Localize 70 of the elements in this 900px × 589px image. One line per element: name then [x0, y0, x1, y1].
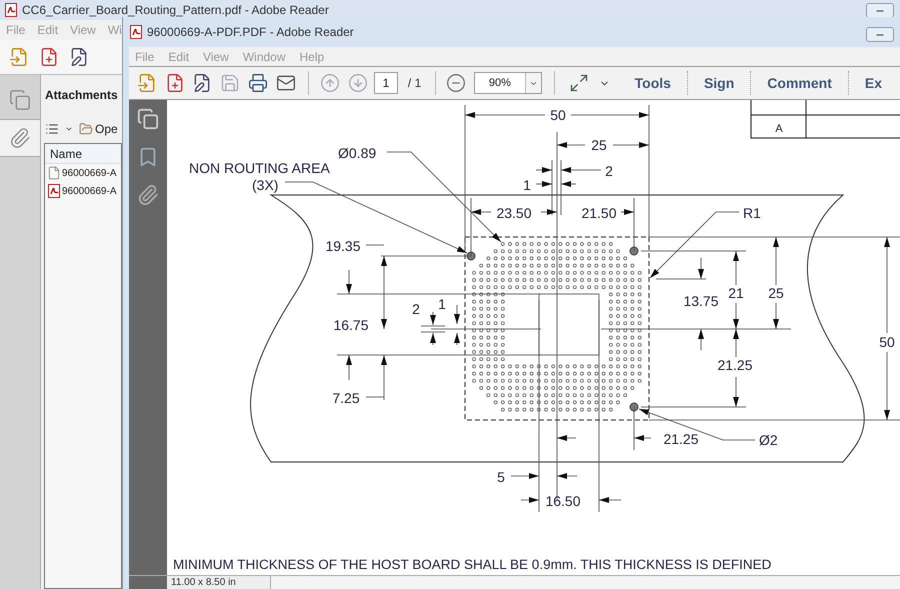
dimension-label: 2 — [605, 163, 613, 179]
open-button[interactable]: Ope — [79, 120, 118, 138]
pdf-icon — [4, 3, 18, 17]
full-screen-icon — [568, 73, 589, 93]
list-view-icon — [45, 122, 59, 136]
file-icon — [47, 166, 61, 180]
mounting-hole — [630, 402, 638, 412]
pane-tab[interactable]: Ex — [852, 72, 894, 94]
minimize-button[interactable] — [866, 27, 894, 42]
page-number-field[interactable]: 1 — [374, 72, 398, 94]
save-icon — [220, 73, 240, 93]
pane-tab[interactable]: Comment — [755, 72, 844, 94]
dimension-label: 23.50 — [496, 205, 532, 221]
dimension-label: 7.25 — [332, 390, 360, 406]
callout-label: NON ROUTING AREA — [189, 160, 330, 176]
dimension-label: 5 — [497, 469, 505, 485]
dimension-label: 25 — [591, 137, 607, 153]
dimension-label: 21.25 — [717, 357, 753, 373]
dimension-label: 2 — [412, 301, 420, 317]
panel-tab[interactable] — [0, 119, 40, 157]
pane-tab[interactable]: Sign — [692, 72, 746, 94]
pages-icon — [9, 89, 31, 111]
next-page-icon — [348, 73, 368, 93]
attachment-item[interactable]: 96000669-A — [45, 164, 121, 182]
dimension-label: 21 — [728, 285, 744, 301]
dimension-label: 19.35 — [325, 238, 361, 254]
caret-icon — [65, 125, 73, 133]
window-title: CC6_Carrier_Board_Routing_Pattern.pdf - Adobe Reader — [22, 2, 329, 19]
horizontal-scrollbar[interactable] — [271, 576, 900, 589]
dimension-label: 16.75 — [333, 317, 369, 333]
create-icon — [136, 73, 157, 93]
dimension-label: 21.50 — [581, 205, 617, 221]
dimension-label: 21.25 — [663, 431, 699, 447]
page-count: / 1 — [406, 75, 422, 92]
email-icon — [276, 73, 296, 93]
new-document-icon — [39, 47, 59, 67]
print-icon — [248, 73, 268, 93]
pdf-icon — [129, 25, 143, 39]
callout-label: Ø2 — [759, 432, 778, 448]
dimension-label: 16.50 — [545, 493, 581, 509]
new-document-icon — [164, 73, 185, 93]
dimension-label: 1 — [523, 177, 531, 193]
callout-label: Ø0.89 — [338, 145, 376, 161]
pages-icon[interactable] — [137, 108, 159, 130]
window-title: 96000669-A-PDF.PDF - Adobe Reader — [147, 24, 354, 41]
zoom-field[interactable]: 90% — [474, 72, 542, 94]
create-icon — [9, 47, 29, 67]
dimension-label: 13.75 — [683, 293, 719, 309]
dimension-label: 50 — [879, 334, 895, 350]
pane-tab[interactable]: Tools — [622, 72, 683, 94]
dimension-label: 1 — [438, 296, 446, 312]
edit-document-icon — [192, 73, 212, 93]
callout-label: R1 — [743, 205, 761, 221]
panel-title: Attachments — [45, 87, 118, 104]
paperclip-icon — [9, 127, 31, 149]
open-folder-icon — [79, 122, 93, 136]
dimension-label: 50 — [550, 107, 566, 123]
mounting-hole — [630, 246, 638, 256]
edit-document-icon — [69, 47, 89, 67]
attachment-item[interactable]: 96000669-A — [45, 182, 121, 200]
table-cell: A — [775, 123, 783, 135]
previous-page-icon — [320, 73, 340, 93]
drawing-note: MINIMUM THICKNESS OF THE HOST BOARD SHALL BE 0.9mm. THIS THICKNESS IS DEFINED — [173, 557, 772, 572]
minimize-button[interactable] — [866, 3, 894, 18]
zoom-out-icon — [446, 73, 466, 93]
pdf-file-icon — [47, 184, 61, 198]
callout-label: (3X) — [252, 177, 278, 193]
dimension-label: 25 — [768, 285, 784, 301]
paperclip-icon[interactable] — [137, 184, 159, 206]
column-header[interactable]: Name — [45, 144, 121, 164]
